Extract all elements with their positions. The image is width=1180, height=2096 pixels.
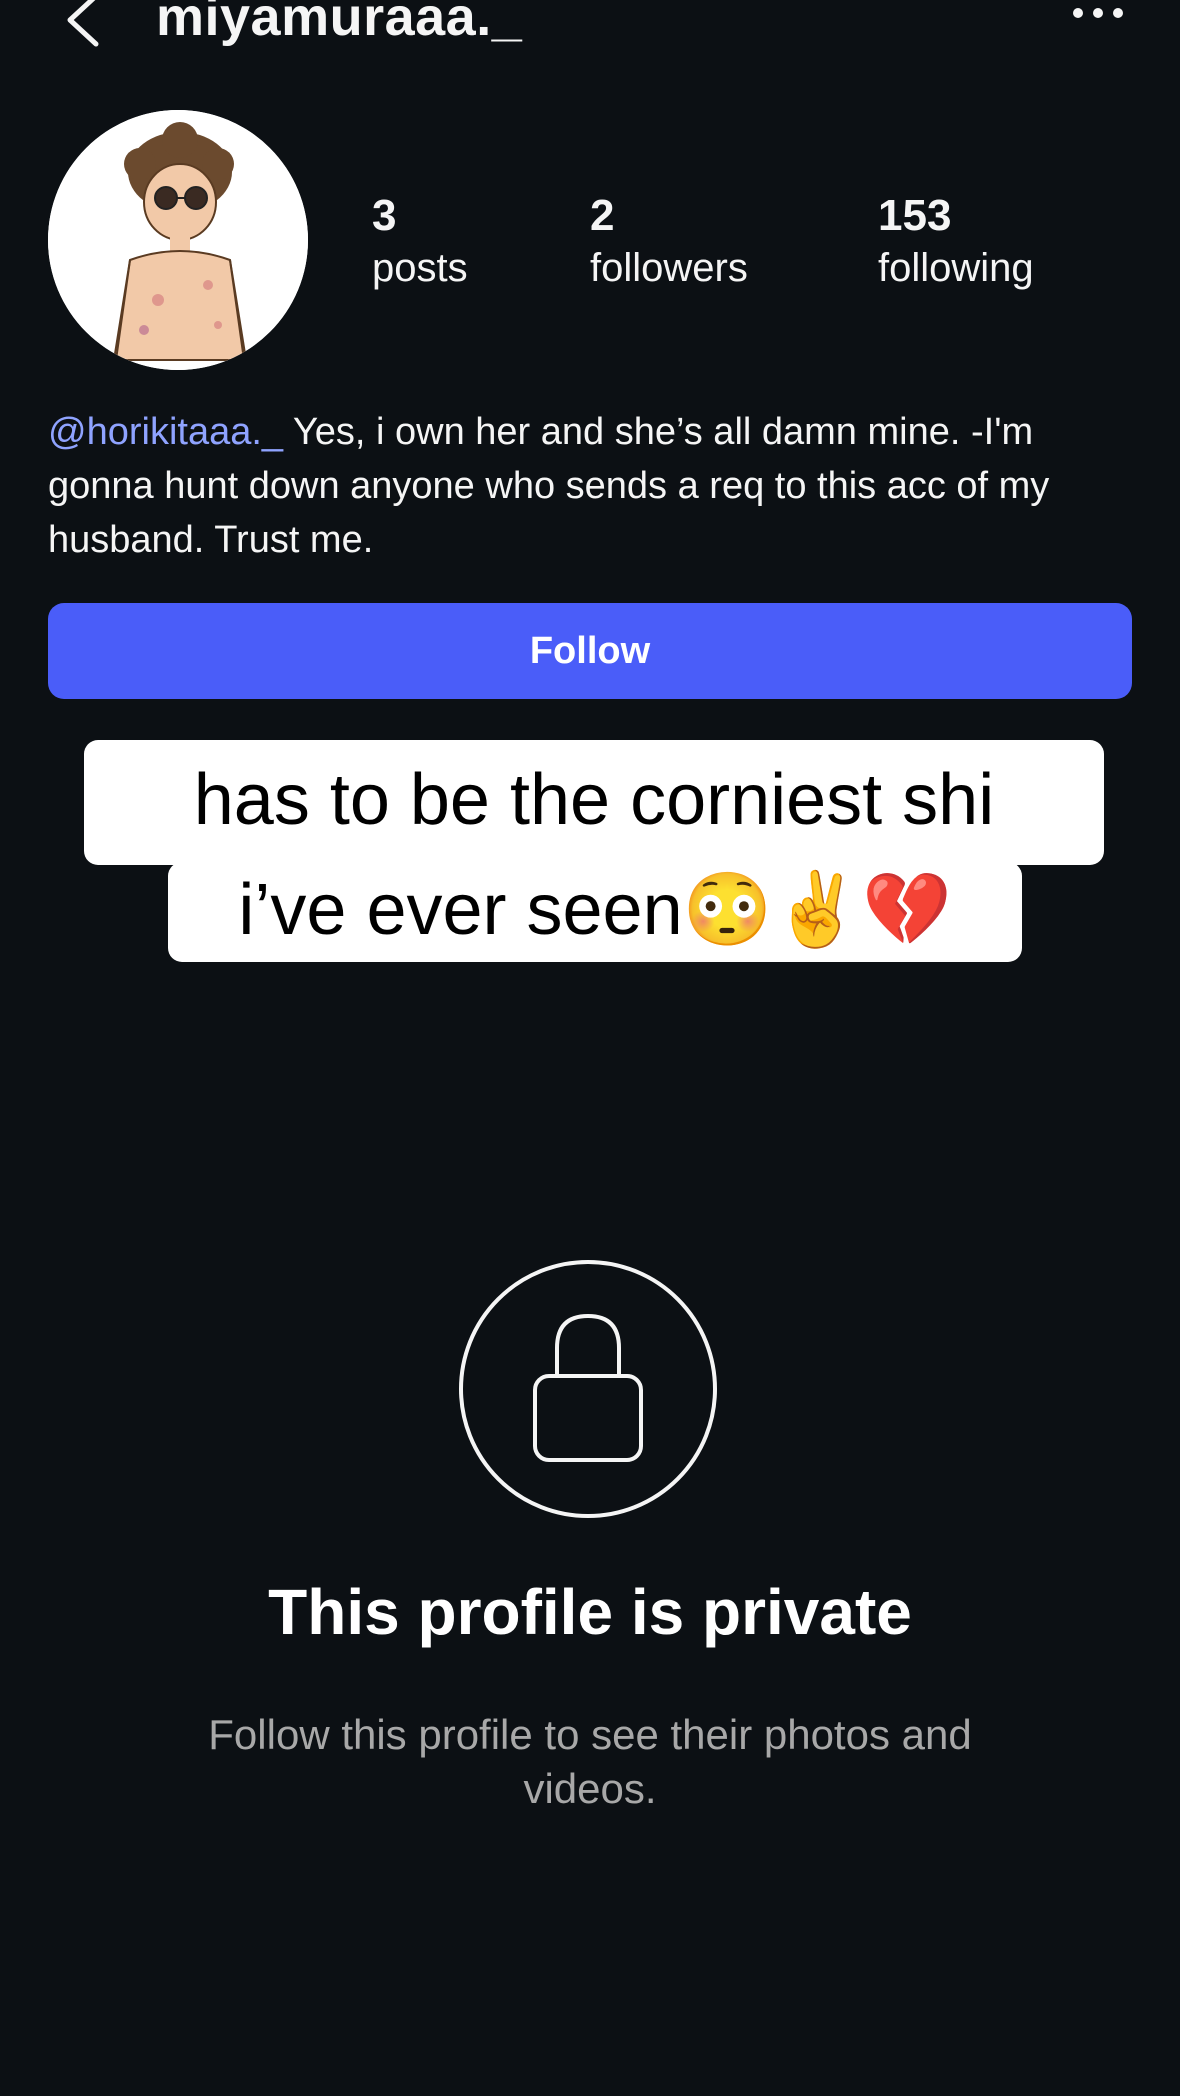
profile-header: miyamuraaa._ (0, 0, 1180, 60)
posts-count: 3 (372, 191, 397, 240)
posts-stat: 3 posts (372, 190, 468, 294)
following-stat[interactable]: 153 following (878, 190, 1034, 294)
following-count: 153 (878, 191, 952, 240)
caption-overlay-line-2: i’ve ever seen😳✌️💔 (168, 862, 1022, 962)
profile-username: miyamuraaa._ (156, 0, 523, 47)
chevron-left-icon (67, 0, 99, 47)
followers-stat[interactable]: 2 followers (590, 190, 748, 294)
avatar-illustration (48, 110, 308, 370)
profile-bio: @horikitaaa._ Yes, i own her and she’s a… (48, 405, 1138, 567)
profile-avatar[interactable] (48, 110, 308, 370)
private-profile-title: This profile is private (268, 1576, 912, 1648)
bio-mention-link[interactable]: @horikitaaa._ (48, 411, 283, 453)
more-options-button[interactable] (1070, 0, 1126, 26)
posts-label: posts (372, 246, 468, 290)
followers-label: followers (590, 246, 748, 290)
following-label: following (878, 246, 1034, 290)
private-profile-subtitle: Follow this profile to see their photos … (208, 1711, 972, 1812)
back-button[interactable] (58, 0, 108, 50)
lock-icon (533, 1313, 643, 1462)
followers-count: 2 (590, 191, 615, 240)
more-horizontal-icon (1073, 8, 1123, 18)
private-lock-badge (459, 1260, 717, 1518)
caption-overlay-line-1: has to be the corniest shi (84, 740, 1104, 865)
follow-button[interactable]: Follow (48, 603, 1132, 699)
